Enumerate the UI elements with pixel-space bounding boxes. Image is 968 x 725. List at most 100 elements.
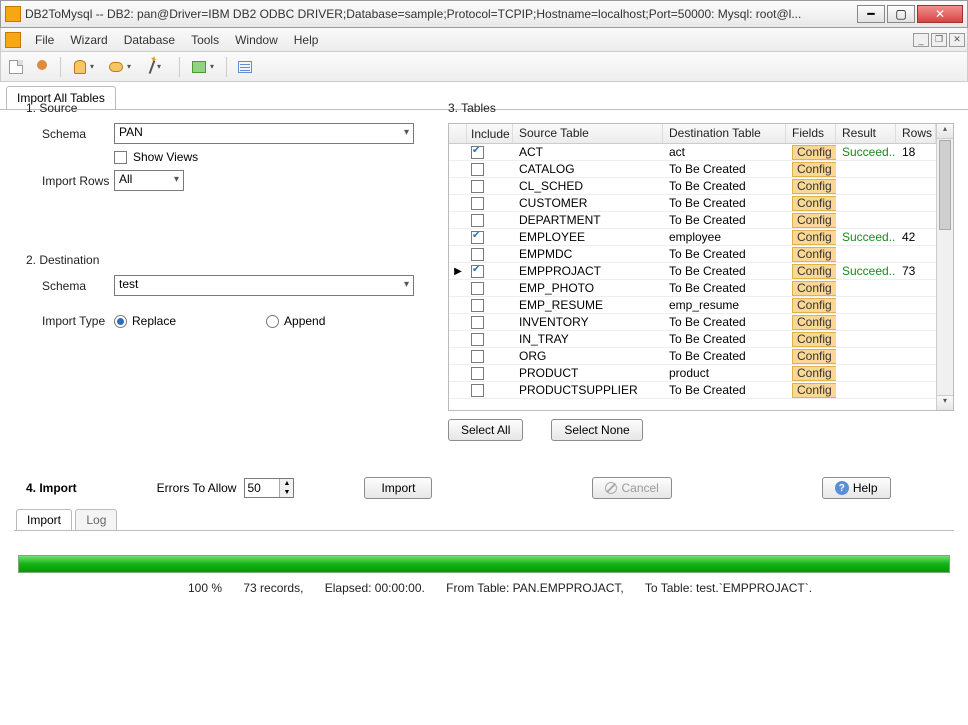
menu-help[interactable]: Help (286, 30, 327, 50)
import-button[interactable]: Import (364, 477, 432, 499)
col-include[interactable]: Include (467, 124, 513, 143)
scroll-up-arrow-icon[interactable]: ▴ (937, 124, 953, 139)
scroll-thumb[interactable] (939, 140, 951, 230)
select-all-button[interactable]: Select All (448, 419, 523, 441)
row-include-checkbox[interactable] (471, 214, 484, 227)
toolbar-database-dropdown[interactable] (68, 56, 100, 78)
status-to: To Table: test.`EMPPROJACT`. (645, 581, 812, 595)
show-views-checkbox[interactable] (114, 151, 127, 164)
row-include-checkbox[interactable] (471, 163, 484, 176)
import-type-replace-radio[interactable] (114, 315, 127, 328)
menu-tools[interactable]: Tools (183, 30, 227, 50)
mdi-minimize-button[interactable]: _ (913, 33, 929, 47)
row-pointer-icon (449, 280, 467, 297)
errors-to-allow-input[interactable] (245, 479, 279, 497)
toolbar-new-icon[interactable] (5, 56, 27, 78)
col-dest[interactable]: Destination Table (663, 124, 786, 143)
row-config-button[interactable]: Config (792, 315, 836, 330)
row-include-checkbox[interactable] (471, 231, 484, 244)
row-include-checkbox[interactable] (471, 180, 484, 193)
source-schema-select[interactable]: PAN (114, 123, 414, 144)
row-config-button[interactable]: Config (792, 179, 836, 194)
table-row[interactable]: EMP_PHOTOTo Be CreatedConfig (449, 280, 936, 297)
row-include-checkbox[interactable] (471, 248, 484, 261)
toolbar-list-icon[interactable] (234, 56, 256, 78)
row-include-checkbox[interactable] (471, 384, 484, 397)
row-config-button[interactable]: Config (792, 264, 836, 279)
row-include-checkbox[interactable] (471, 282, 484, 295)
toolbar-separator (226, 57, 227, 77)
mdi-close-button[interactable]: ✕ (949, 33, 965, 47)
select-none-button[interactable]: Select None (551, 419, 642, 441)
toolbar-user-icon[interactable] (31, 56, 53, 78)
table-row[interactable]: DEPARTMENTTo Be CreatedConfig (449, 212, 936, 229)
scroll-down-arrow-icon[interactable]: ▾ (937, 395, 953, 410)
table-row[interactable]: PRODUCTproductConfig (449, 365, 936, 382)
col-result[interactable]: Result (836, 124, 896, 143)
row-include-checkbox[interactable] (471, 350, 484, 363)
row-config-button[interactable]: Config (792, 145, 836, 160)
dest-heading: 2. Destination (26, 253, 432, 267)
row-config-button[interactable]: Config (792, 213, 836, 228)
errors-to-allow-spinner[interactable]: ▲▼ (244, 478, 294, 498)
spin-up-icon[interactable]: ▲ (279, 479, 293, 488)
menu-window[interactable]: Window (227, 30, 286, 50)
table-row[interactable]: PRODUCTSUPPLIERTo Be CreatedConfig (449, 382, 936, 399)
table-row[interactable]: CATALOGTo Be CreatedConfig (449, 161, 936, 178)
table-row[interactable]: EMPLOYEEemployeeConfigSucceed...42 (449, 229, 936, 246)
row-include-checkbox[interactable] (471, 367, 484, 380)
col-fields[interactable]: Fields (786, 124, 836, 143)
menu-wizard[interactable]: Wizard (62, 30, 115, 50)
tab-import-log[interactable]: Import (16, 509, 72, 530)
table-row[interactable]: EMP_RESUMEemp_resumeConfig (449, 297, 936, 314)
col-rows[interactable]: Rows (896, 124, 936, 143)
table-row[interactable]: CL_SCHEDTo Be CreatedConfig (449, 178, 936, 195)
row-config-button[interactable]: Config (792, 196, 836, 211)
table-row[interactable]: ▶EMPPROJACTTo Be CreatedConfigSucceed...… (449, 263, 936, 280)
table-row[interactable]: CUSTOMERTo Be CreatedConfig (449, 195, 936, 212)
row-include-checkbox[interactable] (471, 146, 484, 159)
window-minimize-button[interactable]: ━ (857, 5, 885, 23)
import-type-append-radio[interactable] (266, 315, 279, 328)
menu-database[interactable]: Database (116, 30, 183, 50)
app-icon (5, 6, 21, 22)
toolbar-wizard-dropdown[interactable] (140, 56, 172, 78)
table-row[interactable]: INVENTORYTo Be CreatedConfig (449, 314, 936, 331)
window-close-button[interactable]: ✕ (917, 5, 963, 23)
toolbar-key-dropdown[interactable] (104, 56, 136, 78)
window-maximize-button[interactable]: ▢ (887, 5, 915, 23)
cancel-button[interactable]: Cancel (592, 477, 671, 499)
tables-vertical-scrollbar[interactable]: ▴ ▾ (936, 124, 953, 410)
row-include-checkbox[interactable] (471, 265, 484, 278)
row-config-button[interactable]: Config (792, 298, 836, 313)
row-include-checkbox[interactable] (471, 333, 484, 346)
row-config-button[interactable]: Config (792, 281, 836, 296)
row-config-button[interactable]: Config (792, 162, 836, 177)
table-row[interactable]: ACTactConfigSucceed...18 (449, 144, 936, 161)
mdi-restore-button[interactable]: ❐ (931, 33, 947, 47)
col-source[interactable]: Source Table (513, 124, 663, 143)
row-include-checkbox[interactable] (471, 197, 484, 210)
help-button-label: Help (853, 481, 878, 495)
row-config-button[interactable]: Config (792, 332, 836, 347)
row-config-button[interactable]: Config (792, 230, 836, 245)
menu-file[interactable]: File (27, 30, 62, 50)
dest-schema-select[interactable]: test (114, 275, 414, 296)
row-config-button[interactable]: Config (792, 366, 836, 381)
row-config-button[interactable]: Config (792, 349, 836, 364)
help-button[interactable]: ?Help (822, 477, 891, 499)
spin-down-icon[interactable]: ▼ (279, 488, 293, 497)
window-titlebar: DB2ToMysql -- DB2: pan@Driver=IBM DB2 OD… (0, 0, 968, 28)
row-include-checkbox[interactable] (471, 316, 484, 329)
tables-grid: Include Source Table Destination Table F… (448, 123, 954, 411)
table-row[interactable]: IN_TRAYTo Be CreatedConfig (449, 331, 936, 348)
tab-log[interactable]: Log (75, 509, 117, 530)
table-row[interactable]: EMPMDCTo Be CreatedConfig (449, 246, 936, 263)
table-row[interactable]: ORGTo Be CreatedConfig (449, 348, 936, 365)
toolbar-box-dropdown[interactable] (187, 56, 219, 78)
row-include-checkbox[interactable] (471, 299, 484, 312)
progress-bar (18, 555, 950, 573)
row-config-button[interactable]: Config (792, 247, 836, 262)
row-config-button[interactable]: Config (792, 383, 836, 398)
import-rows-select[interactable]: All (114, 170, 184, 191)
